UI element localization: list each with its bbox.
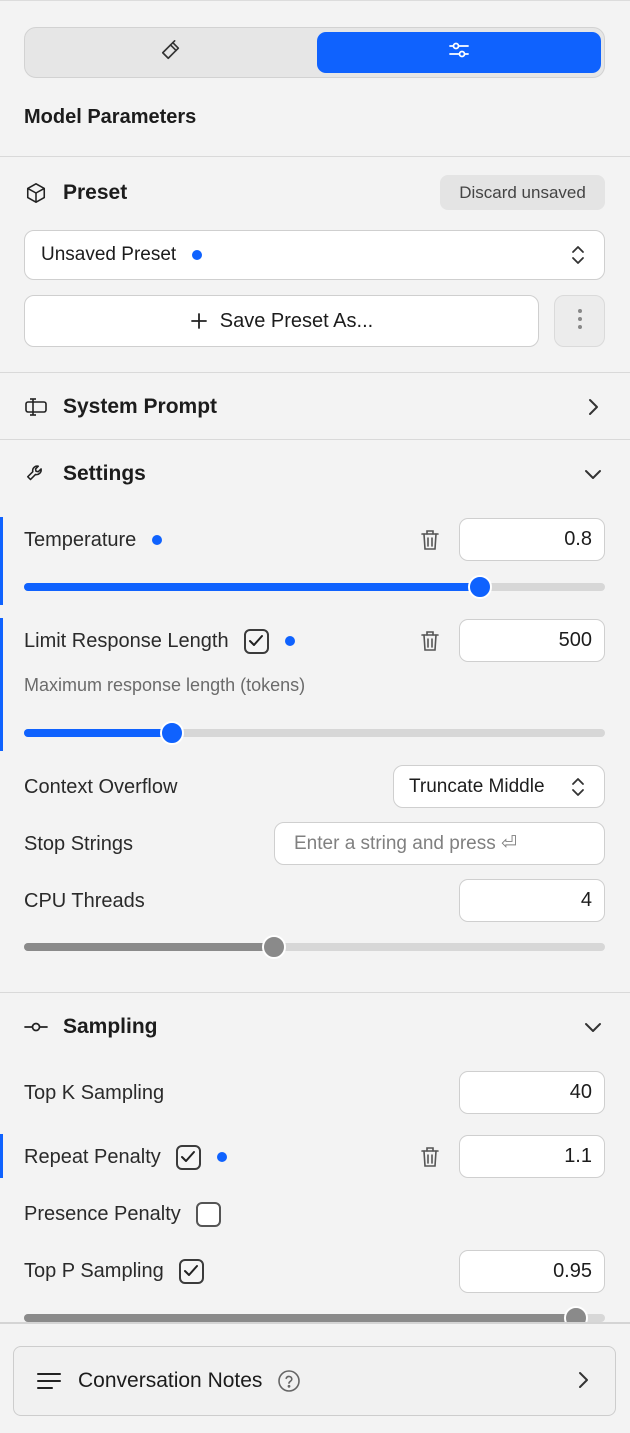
help-icon[interactable]	[277, 1369, 301, 1393]
reset-limit-trash-icon[interactable]	[418, 629, 442, 653]
checkmark-icon	[181, 1151, 196, 1162]
parameters-mode-button[interactable]	[317, 32, 601, 73]
cpu-threads-slider[interactable]	[24, 935, 605, 959]
checkmark-icon	[249, 635, 264, 646]
preset-select[interactable]: Unsaved Preset	[24, 230, 605, 280]
terminal-prompt-icon	[24, 395, 48, 419]
conversation-notes-button[interactable]: Conversation Notes	[13, 1346, 616, 1416]
top-p-label: Top P Sampling	[24, 1259, 164, 1282]
limit-response-length-label: Limit Response Length	[24, 629, 229, 652]
top-p-checkbox[interactable]	[178, 1258, 204, 1284]
top-p-row: Top P Sampling	[24, 1256, 204, 1286]
repeat-penalty-row: Repeat Penalty	[24, 1142, 227, 1172]
top-k-label: Top K Sampling	[24, 1081, 165, 1104]
wrench-icon	[24, 462, 48, 486]
presence-penalty-checkbox[interactable]	[195, 1201, 221, 1227]
top-k-input[interactable]: 40	[459, 1071, 605, 1114]
cpu-threads-input[interactable]: 4	[459, 879, 605, 922]
slider-knob[interactable]	[468, 575, 493, 599]
panel-title: Model Parameters	[24, 106, 197, 128]
presence-penalty-row: Presence Penalty	[24, 1199, 221, 1229]
temperature-slider[interactable]	[24, 575, 605, 599]
save-preset-as-button[interactable]: Save Preset As...	[24, 295, 539, 347]
unsaved-indicator-dot	[192, 250, 203, 260]
max-tokens-input[interactable]: 500	[459, 619, 605, 662]
temperature-input[interactable]: 0.8	[459, 518, 605, 561]
repeat-penalty-checkbox[interactable]	[175, 1144, 201, 1170]
settings-section-header[interactable]: Settings	[24, 459, 146, 489]
modified-dot	[216, 1152, 227, 1162]
updown-chevron-icon	[570, 244, 586, 272]
discard-unsaved-button[interactable]: Discard unsaved	[440, 175, 605, 210]
divider	[0, 156, 630, 157]
settings-heading: Settings	[63, 462, 146, 485]
top-p-slider[interactable]	[24, 1306, 605, 1330]
slider-knob[interactable]	[261, 935, 286, 959]
temperature-row: Temperature	[24, 525, 163, 555]
stop-strings-input[interactable]: Enter a string and press ⏎	[274, 822, 605, 865]
tools-mode-button[interactable]	[29, 32, 313, 73]
modified-accent-bar	[0, 618, 3, 751]
sampling-heading: Sampling	[63, 1015, 158, 1038]
slider-fill	[24, 729, 173, 737]
chevron-down-icon[interactable]	[582, 1016, 604, 1038]
system-prompt-section-header[interactable]: System Prompt	[24, 392, 217, 422]
reset-repeat-penalty-trash-icon[interactable]	[418, 1145, 442, 1169]
repeat-penalty-input[interactable]: 1.1	[459, 1135, 605, 1178]
temperature-label: Temperature	[24, 528, 137, 551]
divider	[0, 372, 630, 373]
sliders-icon	[447, 38, 471, 67]
checkmark-icon	[184, 1265, 199, 1276]
max-tokens-slider[interactable]	[24, 721, 605, 745]
modified-accent-bar	[0, 1134, 3, 1178]
top-p-input[interactable]: 0.95	[459, 1250, 605, 1293]
limit-response-length-description: Maximum response length (tokens)	[24, 675, 306, 695]
divider	[0, 992, 630, 993]
top-edge	[0, 0, 630, 4]
slider-fill	[24, 583, 481, 591]
context-overflow-label: Context Overflow	[24, 775, 178, 798]
limit-response-length-row: Limit Response Length	[24, 626, 295, 656]
reset-temperature-trash-icon[interactable]	[418, 528, 442, 552]
slider-fill	[24, 1314, 576, 1322]
save-preset-label: Save Preset As...	[219, 309, 374, 332]
context-overflow-value: Truncate Middle	[409, 775, 545, 797]
system-prompt-heading: System Prompt	[63, 395, 218, 418]
hammer-icon	[160, 39, 182, 66]
modified-dot	[284, 636, 295, 646]
notes-lines-icon	[37, 1372, 61, 1390]
mode-toggle-group	[24, 27, 605, 78]
conversation-notes-label: Conversation Notes	[78, 1369, 263, 1392]
presence-penalty-label: Presence Penalty	[24, 1202, 181, 1225]
modified-accent-bar	[0, 517, 3, 605]
divider	[0, 1322, 630, 1324]
slider-knob[interactable]	[160, 721, 185, 745]
cube-icon	[24, 181, 48, 205]
divider	[0, 439, 630, 440]
preset-heading: Preset	[63, 181, 128, 204]
cpu-threads-label: CPU Threads	[24, 889, 145, 912]
preset-select-value: Unsaved Preset	[41, 244, 177, 265]
updown-chevron-icon	[570, 776, 586, 804]
plus-icon	[190, 312, 208, 330]
chevron-right-icon	[577, 1371, 589, 1389]
slider-fill	[24, 943, 274, 951]
preset-more-button[interactable]	[554, 295, 605, 347]
chevron-down-icon[interactable]	[582, 463, 604, 485]
sampling-icon	[24, 1015, 48, 1039]
limit-response-length-checkbox[interactable]	[243, 628, 269, 654]
chevron-right-icon[interactable]	[582, 396, 604, 418]
preset-section-header: Preset	[24, 178, 127, 208]
repeat-penalty-label: Repeat Penalty	[24, 1145, 161, 1168]
stop-strings-label: Stop Strings	[24, 832, 133, 855]
sampling-section-header[interactable]: Sampling	[24, 1012, 158, 1042]
modified-dot	[152, 535, 163, 545]
context-overflow-select[interactable]: Truncate Middle	[393, 765, 605, 808]
more-vertical-icon	[577, 307, 583, 336]
